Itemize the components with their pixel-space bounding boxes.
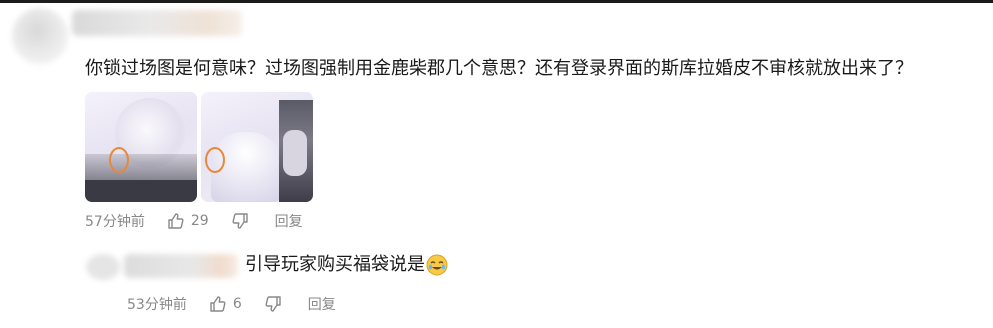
thumbs-up-icon[interactable] bbox=[209, 295, 227, 313]
thumbs-down-icon[interactable] bbox=[264, 295, 282, 313]
teary-laugh-emoji-icon bbox=[426, 254, 448, 276]
reply-meta: 53分钟前 6 回复 bbox=[127, 294, 336, 314]
reply-button[interactable]: 回复 bbox=[275, 211, 303, 231]
reply-text: 引导玩家购买福袋说是 bbox=[245, 254, 425, 275]
replier-avatar[interactable] bbox=[86, 254, 120, 280]
thumbs-down-icon[interactable] bbox=[231, 212, 249, 230]
comment-text: 你锁过场图是何意味？过场图强制用金鹿柴郡几个意思？还有登录界面的斯库拉婚皮不审核… bbox=[85, 58, 913, 79]
comment-time: 57分钟前 bbox=[85, 214, 145, 230]
reply-text-row: 引导玩家购买福袋说是 bbox=[245, 253, 448, 277]
commenter-name-redacted[interactable] bbox=[72, 10, 242, 36]
like-count: 29 bbox=[190, 213, 209, 229]
like-count: 6 bbox=[232, 296, 242, 312]
top-divider bbox=[0, 0, 993, 3]
reply-time: 53分钟前 bbox=[127, 297, 187, 313]
comment-image-1[interactable] bbox=[85, 92, 197, 202]
comment-meta: 57分钟前 29 回复 bbox=[85, 211, 303, 231]
replier-name-redacted[interactable] bbox=[124, 254, 238, 278]
reply-button[interactable]: 回复 bbox=[308, 294, 336, 314]
comment-image-2[interactable] bbox=[201, 92, 313, 202]
orange-circle-annotation bbox=[205, 147, 225, 173]
orange-circle-annotation bbox=[109, 147, 129, 173]
commenter-avatar[interactable] bbox=[12, 8, 68, 64]
thumbs-up-icon[interactable] bbox=[167, 212, 185, 230]
